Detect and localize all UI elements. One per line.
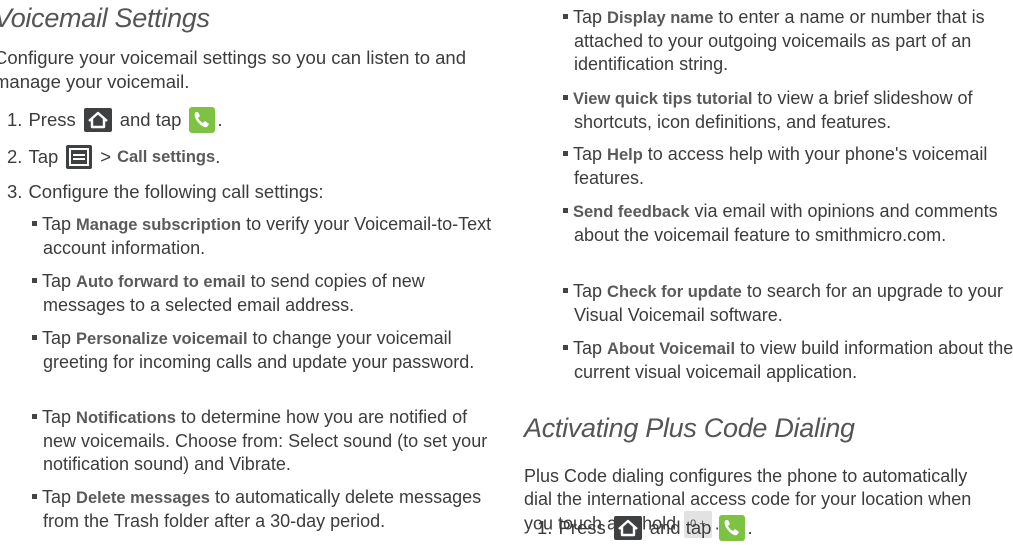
bullet-text: Tap [573, 281, 608, 301]
list-item: Tap Notifications to determine how you a… [32, 406, 493, 476]
bullet-bold: View quick tips tutorial [573, 90, 753, 108]
bullet-bold: Auto forward to email [76, 273, 246, 291]
bullet-marker [563, 13, 568, 19]
bullet-marker [32, 493, 37, 499]
step-1: 1. Press and tap . [537, 515, 753, 541]
bullet-text: Tap [42, 487, 77, 507]
step-text: Configure the following call settings: [28, 181, 324, 202]
step-number: 1. [7, 109, 23, 130]
bullet-text: Tap [573, 144, 608, 164]
step-number: 1. [537, 517, 553, 538]
bullet-text: Tap [573, 338, 608, 358]
bullet-marker [563, 344, 568, 350]
bullet-text: Tap [42, 407, 77, 427]
bullet-marker [32, 334, 37, 340]
list-item: Tap Check for update to search for an up… [563, 280, 1013, 327]
bullet-bold: Notifications [76, 409, 176, 427]
step-separator: > [100, 146, 112, 167]
menu-icon [66, 145, 93, 169]
bullet-marker [32, 277, 37, 283]
list-item: View quick tips tutorial to view a brief… [563, 87, 1013, 134]
step-text: . [215, 146, 221, 167]
list-item: Tap Manage subscription to verify your V… [32, 213, 493, 260]
home-icon [613, 516, 642, 540]
section-title-plus-code-dialing: Activating Plus Code Dialing [524, 413, 855, 443]
home-icon [83, 108, 112, 132]
list-item: Tap About Voicemail to view build inform… [563, 337, 1013, 384]
bullet-bold: Check for update [607, 283, 742, 301]
bullet-marker [563, 287, 568, 293]
intro-text: Configure your voicemail settings so you… [0, 47, 467, 92]
list-item: Tap Auto forward to email to send copies… [32, 270, 493, 317]
bullet-text: Tap [42, 214, 77, 234]
step-text: Tap [28, 146, 59, 167]
bullet-bold: Manage subscription [76, 216, 242, 234]
phone-icon [719, 515, 746, 541]
bullet-bold: Personalize voicemail [76, 330, 248, 348]
section-title-voicemail-settings: Voicemail Settings [0, 3, 210, 33]
step-number: 2. [7, 146, 23, 167]
step-text: and tap [119, 109, 182, 130]
step-text: . [217, 109, 223, 130]
list-item: Tap Help to access help with your phone'… [563, 143, 1013, 190]
bullet-marker [32, 220, 37, 226]
step-number: 3. [7, 181, 23, 202]
call-settings-label: Call settings [117, 148, 216, 166]
step-text: . [747, 517, 753, 538]
bullet-marker [563, 150, 568, 156]
list-item: Tap Personalize voicemail to change your… [32, 327, 493, 374]
step-1: 1. Press and tap . [7, 107, 223, 133]
bullet-text: Tap [42, 271, 77, 291]
bullet-bold: Help [607, 146, 643, 164]
list-item: Tap Display name to enter a name or numb… [563, 6, 1013, 76]
list-item: Send feedback via email with opinions an… [563, 200, 1013, 247]
bullet-marker [563, 94, 568, 100]
bullet-bold: About Voicemail [607, 340, 736, 358]
bullet-text: Tap [42, 328, 77, 348]
step-2: 2. Tap > Call settings . [7, 145, 220, 169]
bullet-bold: Delete messages [76, 489, 210, 507]
step-text: Press [558, 517, 606, 538]
phone-icon [189, 107, 216, 133]
bullet-marker [563, 207, 568, 213]
step-text: and tap [649, 517, 712, 538]
list-item: Tap Delete messages to automatically del… [32, 486, 493, 533]
bullet-marker [32, 413, 37, 419]
bullet-bold: Display name [607, 9, 714, 27]
step-3: 3. Configure the following call settings… [7, 180, 324, 204]
bullet-text: Tap [573, 7, 608, 27]
step-text: Press [28, 109, 76, 130]
bullet-bold: Send feedback [573, 203, 690, 221]
